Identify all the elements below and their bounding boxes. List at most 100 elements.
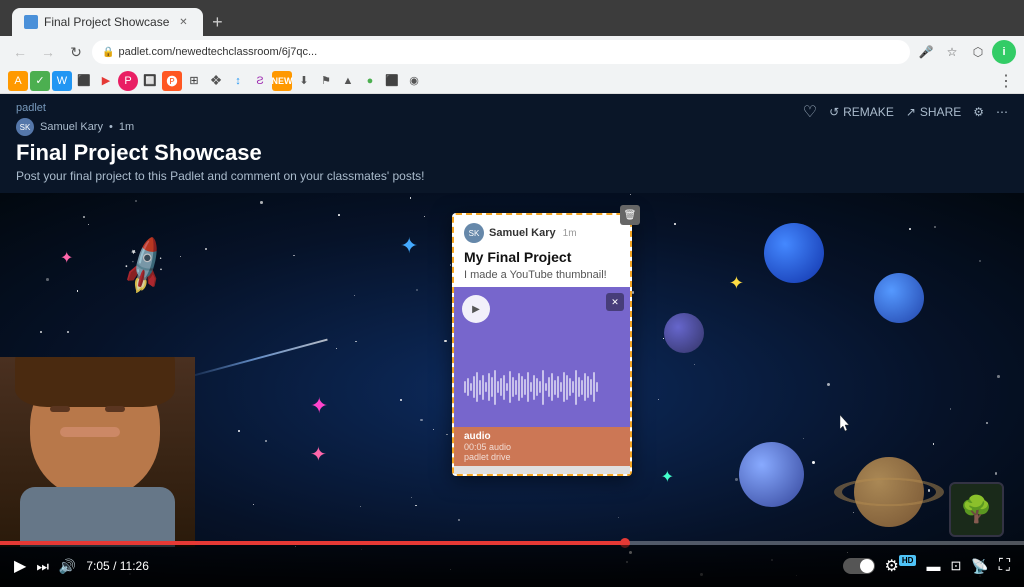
- forward-button[interactable]: →: [36, 40, 60, 64]
- wave-bar: [551, 373, 553, 401]
- wave-bar: [530, 382, 532, 392]
- bookmark-icon[interactable]: ☆: [940, 40, 964, 64]
- wave-bar: [581, 380, 583, 395]
- wave-bar: [590, 379, 592, 395]
- ext-10[interactable]: ❖: [206, 71, 226, 91]
- remake-label: REMAKE: [843, 105, 894, 119]
- video-container: ✦ ✦ ✦ ✦ ✦ ✦ ✦ 🚀 🌳 🗑 SK Samuel Kary 1: [0, 193, 1024, 587]
- wave-bar: [584, 373, 586, 401]
- cast-button[interactable]: 📡: [971, 558, 988, 575]
- menu-dots[interactable]: ⋮: [996, 71, 1016, 91]
- wave-bar: [506, 383, 508, 391]
- user-avatar: SK: [16, 118, 34, 136]
- extension-puzzle-icon[interactable]: ⬡: [966, 40, 990, 64]
- tree-widget: 🌳: [949, 482, 1004, 537]
- remake-button[interactable]: ↺ REMAKE: [829, 105, 894, 119]
- wave-bar: [470, 383, 472, 391]
- wave-bar: [494, 370, 496, 405]
- ext-15[interactable]: ⚑: [316, 71, 336, 91]
- audio-close-button[interactable]: ✕: [606, 293, 624, 311]
- tab-title: Final Project Showcase: [44, 15, 169, 29]
- audio-play-button[interactable]: ▶: [462, 295, 490, 323]
- ext-19[interactable]: ◉: [404, 71, 424, 91]
- tab-favicon: [24, 15, 38, 29]
- ext-18[interactable]: ⬛: [382, 71, 402, 91]
- card-delete-button[interactable]: 🗑: [620, 205, 640, 225]
- ext-3[interactable]: W: [52, 71, 72, 91]
- ext-7[interactable]: 🔲: [140, 71, 160, 91]
- blue-sparkle-1: ✦: [400, 233, 418, 259]
- back-button[interactable]: ←: [8, 40, 32, 64]
- microphone-icon[interactable]: 🎤: [914, 40, 938, 64]
- remake-icon: ↺: [829, 105, 839, 119]
- settings-icon[interactable]: ⚙: [973, 105, 984, 119]
- time-separator: •: [109, 121, 113, 133]
- share-button[interactable]: ↗ SHARE: [906, 105, 961, 119]
- wave-bar: [578, 377, 580, 397]
- more-icon[interactable]: ⋯: [996, 105, 1008, 119]
- wave-bar: [575, 370, 577, 405]
- skip-button[interactable]: ⏭: [36, 558, 49, 575]
- tabs-container: Final Project Showcase ✕ +: [12, 0, 231, 36]
- wave-bar: [596, 382, 598, 392]
- padlet-subtitle: Post your final project to this Padlet a…: [16, 169, 425, 183]
- ext-16[interactable]: ▲: [338, 71, 358, 91]
- video-controls: ▶ ⏭ 🔊 7:05 / 11:26 ⚙HD ▬ ⊡ 📡 ⛶: [0, 545, 1024, 587]
- pink-sparkle-1: ✦: [60, 248, 73, 268]
- play-pause-button[interactable]: ▶: [14, 556, 26, 576]
- wave-bar: [593, 372, 595, 402]
- planet-1: [764, 223, 824, 283]
- theater-mode-button[interactable]: ▬: [926, 558, 940, 574]
- ext-5[interactable]: ▶: [96, 71, 116, 91]
- ext-12[interactable]: Ƨ: [250, 71, 270, 91]
- wave-bar: [497, 381, 499, 393]
- refresh-button[interactable]: ↻: [64, 40, 88, 64]
- wave-bar: [533, 375, 535, 400]
- padlet-username: Samuel Kary: [40, 121, 103, 133]
- address-bar-row: ← → ↻ 🔒 padlet.com/newedtechclassroom/6j…: [0, 36, 1024, 68]
- browser-chrome: Final Project Showcase ✕ + ← → ↻ 🔒 padle…: [0, 0, 1024, 94]
- wave-bar: [485, 382, 487, 392]
- saturn-planet: [854, 457, 924, 527]
- wave-bar: [491, 377, 493, 397]
- active-tab[interactable]: Final Project Showcase ✕: [12, 8, 203, 36]
- padlet-logo: padlet: [16, 102, 425, 114]
- ext-4[interactable]: ⬛: [74, 71, 94, 91]
- card-user-avatar: SK: [464, 223, 484, 243]
- miniplayer-button[interactable]: ⊡: [950, 558, 961, 574]
- wave-bar: [500, 378, 502, 396]
- settings-button[interactable]: ⚙HD: [885, 556, 917, 576]
- audio-duration-label: 00:05 audio: [464, 442, 620, 452]
- audio-waveform: [464, 367, 620, 407]
- new-tab-button[interactable]: +: [203, 8, 231, 36]
- ext-14[interactable]: ⬇: [294, 71, 314, 91]
- ext-9[interactable]: ⊞: [184, 71, 204, 91]
- ext-2[interactable]: ✓: [30, 71, 50, 91]
- wave-bar: [542, 370, 544, 405]
- card-audio-area: ▶ ✕: [454, 287, 630, 427]
- total-time: 11:26: [120, 559, 149, 573]
- tab-close-button[interactable]: ✕: [175, 14, 191, 30]
- wave-bar: [539, 381, 541, 393]
- ext-13[interactable]: NEW: [272, 71, 292, 91]
- time-display: 7:05 / 11:26: [86, 559, 149, 573]
- autoplay-toggle[interactable]: [843, 558, 875, 574]
- ext-11[interactable]: ↕: [228, 71, 248, 91]
- address-field[interactable]: 🔒 padlet.com/newedtechclassroom/6j7qc...: [92, 40, 910, 64]
- ext-1[interactable]: A: [8, 71, 28, 91]
- ext-17[interactable]: ●: [360, 71, 380, 91]
- saturn-ring: [834, 478, 944, 506]
- right-controls: ⚙HD ▬ ⊡ 📡 ⛶: [843, 556, 1010, 576]
- heart-icon[interactable]: ♡: [803, 102, 817, 122]
- wave-bar: [479, 380, 481, 395]
- wave-bar: [548, 377, 550, 397]
- planet-4: [739, 442, 804, 507]
- profile-icon[interactable]: i: [992, 40, 1016, 64]
- ext-6[interactable]: P: [118, 71, 138, 91]
- browser-actions: 🎤 ☆ ⬡ i: [914, 40, 1016, 64]
- card-title: My Final Project: [454, 247, 630, 269]
- fullscreen-button[interactable]: ⛶: [999, 557, 1010, 575]
- ext-8[interactable]: 🅟: [162, 71, 182, 91]
- volume-button[interactable]: 🔊: [59, 558, 76, 575]
- wave-bar: [536, 378, 538, 396]
